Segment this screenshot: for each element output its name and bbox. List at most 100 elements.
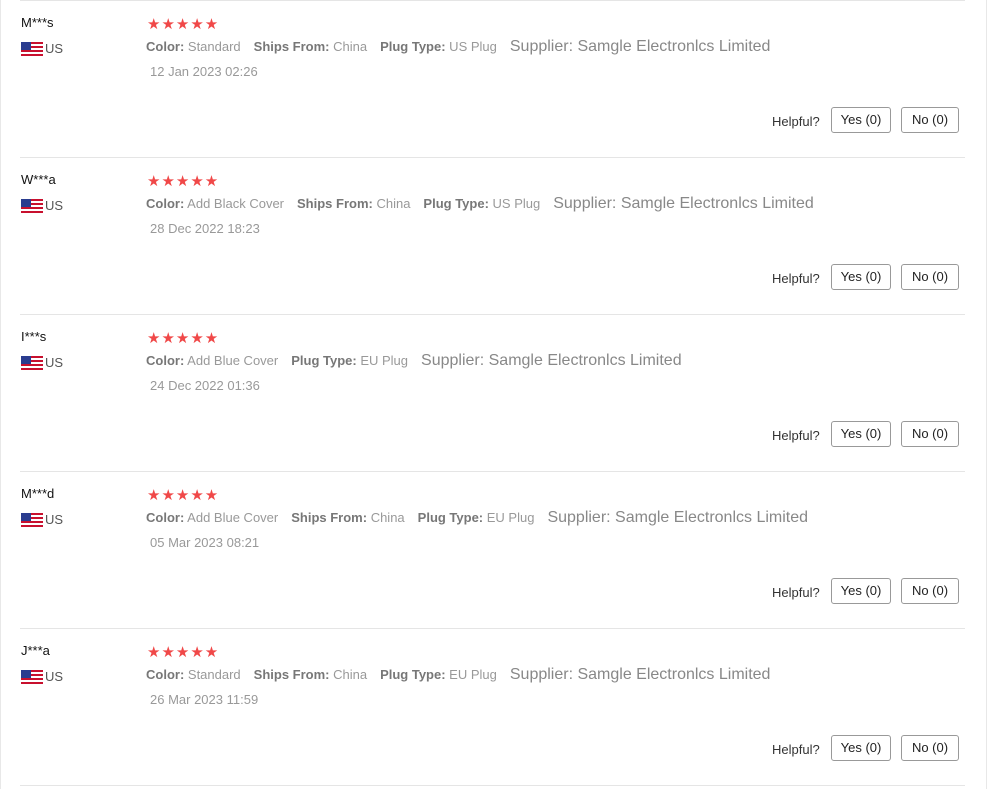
attribute-key: Ships From: [253,39,330,54]
helpful-label: Helpful? [772,742,820,757]
star-rating: ★★★★★ [147,644,220,661]
attribute-value: EU Plug [483,510,535,525]
country-code: US [45,41,64,56]
attribute-key: Plug Type: [380,667,446,682]
review-attributes: Color: Add Blue Cover Plug Type: EU Plug S… [146,352,682,370]
attribute-key: Ships From: [291,510,368,525]
attribute-item: Color: Add Blue Cover [146,510,278,525]
attribute-key: Color: [146,353,185,368]
attribute-item: Color: Standard [146,667,241,682]
supplier-name: Supplier: Samgle Electronlcs Limited [547,509,809,526]
attribute-item: Ships From: China [297,196,410,211]
country-code: US [45,512,64,527]
review-attributes: Color: Add Black Cover Ships From: China P… [146,195,814,213]
attribute-item: Plug Type: US Plug [380,39,497,54]
review-item: J***a US ★★★★★ Color: Standard Ships From… [0,628,987,785]
review-date: 05 Mar 2023 08:21 [150,535,260,550]
divider [20,628,965,629]
helpful-no-button[interactable]: No (0) [901,421,959,447]
attribute-item: Plug Type: EU Plug [380,667,497,682]
attribute-item: Color: Add Black Cover [146,196,284,211]
attribute-key: Color: [146,196,185,211]
us-flag-icon [21,198,43,213]
us-flag-icon [21,41,43,56]
attribute-item: Ships From: China [254,667,367,682]
helpful-no-button[interactable]: No (0) [901,264,959,290]
reviewer-country: US [21,41,63,56]
attribute-key: Ships From: [297,196,373,211]
helpful-no-button[interactable]: No (0) [901,107,959,133]
helpful-label: Helpful? [772,271,820,286]
divider [20,0,965,1]
review-date: 24 Dec 2022 01:36 [150,378,260,393]
attribute-key: Color: [146,667,185,682]
review-attributes: Color: Standard Ships From: China Plug Typ… [146,38,770,56]
attribute-item: Plug Type: EU Plug [418,510,535,525]
supplier-name: Supplier: Samgle Electronlcs Limited [553,195,814,212]
star-rating: ★★★★★ [147,487,220,504]
review-attributes: Color: Standard Ships From: China Plug Typ… [146,666,770,684]
attribute-value: China [329,667,368,682]
helpful-yes-button[interactable]: Yes (0) [831,107,891,133]
attribute-item: Plug Type: EU Plug [291,353,408,368]
country-code: US [45,355,64,370]
helpful-yes-button[interactable]: Yes (0) [831,735,891,761]
us-flag-icon [21,669,43,684]
attribute-value: US Plug [488,196,541,211]
review-item: M***s US ★★★★★ Color: Standard Ships From… [0,0,987,157]
divider [20,471,965,472]
attribute-value: China [329,39,368,54]
attribute-value: EU Plug [445,667,497,682]
attribute-key: Plug Type: [417,510,484,525]
review-item: I***s US ★★★★★ Color: Add Blue Cover Plug… [0,314,987,471]
reviewer-country: US [21,355,63,370]
star-rating: ★★★★★ [147,173,220,190]
attribute-value: Standard [184,39,241,54]
supplier-name: Supplier: Samgle Electronlcs Limited [509,38,771,55]
attribute-item: Ships From: China [254,39,367,54]
star-rating: ★★★★★ [147,16,220,33]
attribute-key: Color: [146,39,185,54]
review-item: W***a US ★★★★★ Color: Add Black Cover Shi… [0,157,987,314]
reviewer-name: M***d [21,486,55,501]
supplier-name: Supplier: Samgle Electronlcs Limited [509,666,771,683]
attribute-item: Plug Type: US Plug [423,196,540,211]
helpful-yes-button[interactable]: Yes (0) [831,264,891,290]
attribute-key: Color: [146,510,185,525]
divider [20,314,965,315]
attribute-value: China [372,196,411,211]
attribute-item: Color: Add Blue Cover [146,353,278,368]
helpful-no-button[interactable]: No (0) [901,578,959,604]
us-flag-icon [21,512,43,527]
review-item: M***d US ★★★★★ Color: Add Blue Cover Ship… [0,471,987,628]
helpful-label: Helpful? [772,114,820,129]
country-code: US [45,669,64,684]
divider [20,157,965,158]
attribute-value: US Plug [445,39,497,54]
attribute-value: China [367,510,405,525]
reviewer-name: I***s [21,329,47,344]
reviewer-country: US [21,198,63,213]
helpful-yes-button[interactable]: Yes (0) [831,578,891,604]
reviewer-country: US [21,669,63,684]
attribute-item: Ships From: China [291,510,404,525]
helpful-label: Helpful? [772,428,820,443]
reviewer-name: W***a [21,172,56,187]
attribute-item: Color: Standard [146,39,241,54]
review-date: 28 Dec 2022 18:23 [150,221,260,236]
helpful-no-button[interactable]: No (0) [901,735,959,761]
attribute-value: Add Blue Cover [184,510,279,525]
attribute-value: Add Black Cover [184,196,284,211]
attribute-key: Plug Type: [423,196,489,211]
helpful-label: Helpful? [772,585,820,600]
attribute-key: Plug Type: [380,39,446,54]
star-rating: ★★★★★ [147,330,220,347]
supplier-name: Supplier: Samgle Electronlcs Limited [421,352,682,369]
attribute-key: Plug Type: [291,353,357,368]
us-flag-icon [21,355,43,370]
attribute-value: Add Blue Cover [184,353,279,368]
attribute-value: EU Plug [356,353,409,368]
helpful-yes-button[interactable]: Yes (0) [831,421,891,447]
reviewer-name: M***s [21,15,54,30]
reviewer-name: J***a [21,643,50,658]
